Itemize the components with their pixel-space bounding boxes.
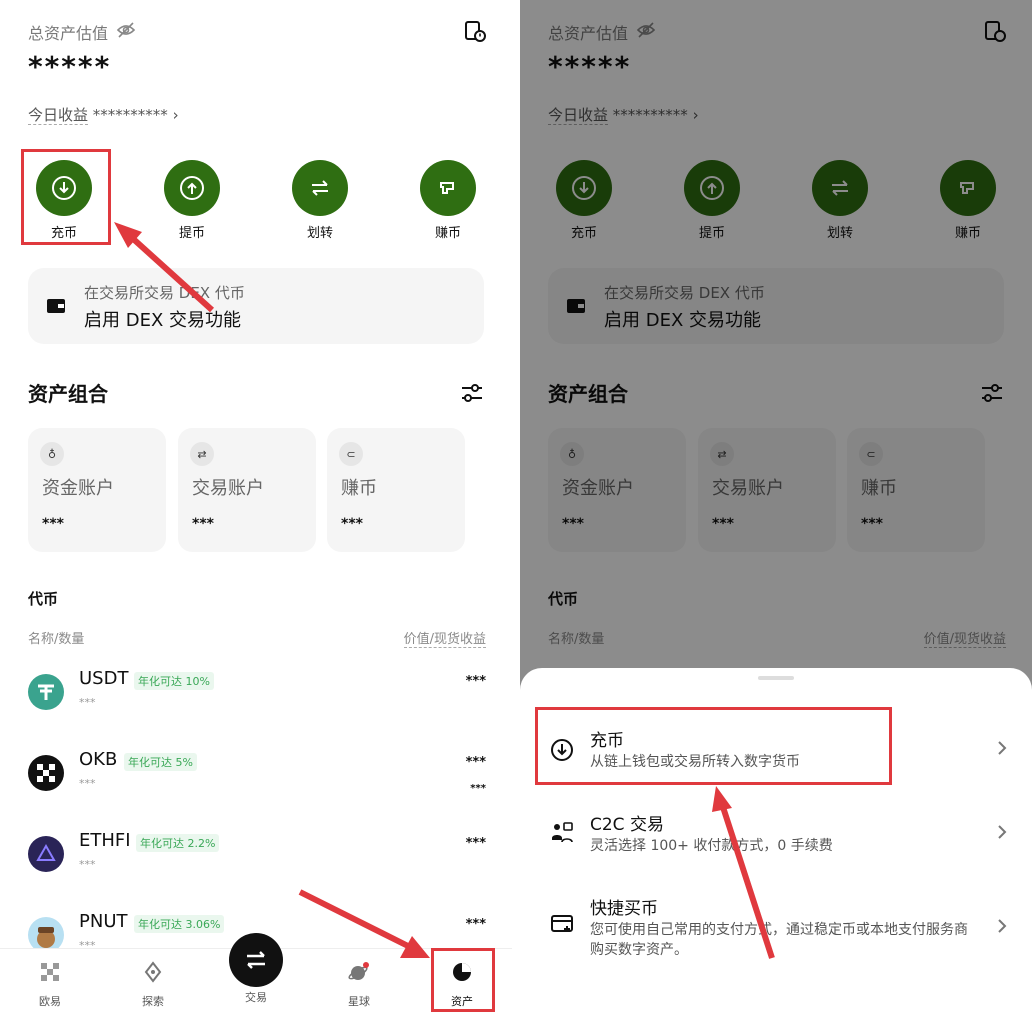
assets-screen-right: 总资产估值 ***** 今日收益 ********** › 充币 提币 划转 赚… bbox=[520, 0, 1032, 1028]
deposit-options-sheet: 充币 从链上钱包或交易所转入数字货币 C2C 交易 灵活选择 100+ 收付款方… bbox=[520, 668, 1032, 1028]
assets-screen-left: 总资产估值 ***** 今日收益 ********** › 充币 提币 划转 赚… bbox=[0, 0, 512, 1028]
panel-divider bbox=[512, 0, 520, 1028]
annotation-arrows bbox=[114, 222, 430, 958]
annotation-arrow bbox=[712, 786, 775, 959]
